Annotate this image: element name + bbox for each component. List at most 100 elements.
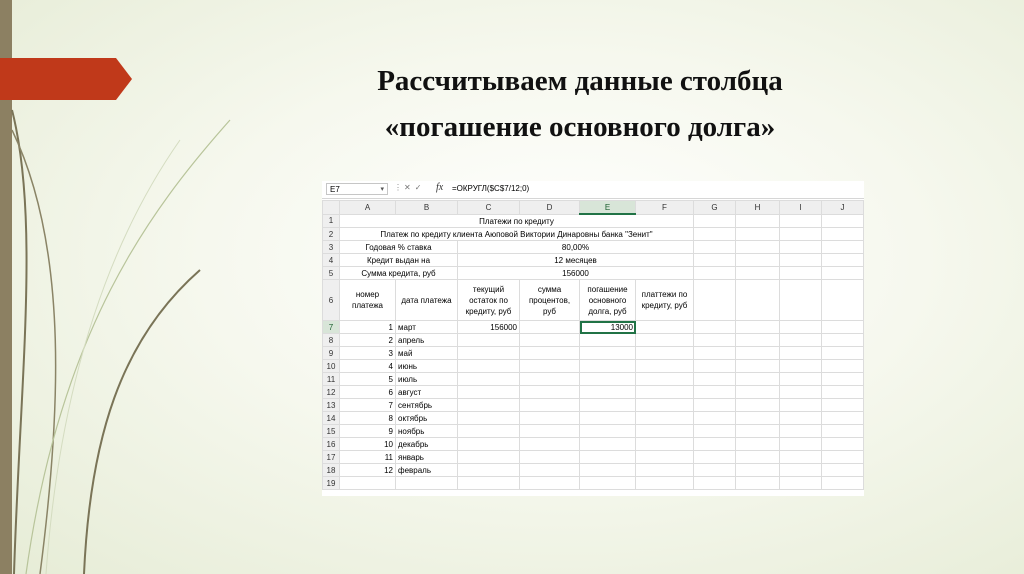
- table-row: 13 7 сентябрь: [322, 398, 864, 412]
- payment-month[interactable]: январь: [395, 450, 458, 464]
- spreadsheet-grid: A B C D E F G H I J 1 Платежи по кредиту…: [322, 200, 864, 490]
- payment-month[interactable]: июль: [395, 372, 458, 386]
- header-payment-number[interactable]: номер платежа: [339, 279, 396, 321]
- function-icon[interactable]: fx: [436, 182, 443, 193]
- payment-number[interactable]: 5: [339, 372, 396, 386]
- row-header[interactable]: 8: [322, 333, 340, 347]
- col-header[interactable]: F: [635, 200, 694, 215]
- payment-number[interactable]: 6: [339, 385, 396, 399]
- col-header[interactable]: B: [395, 200, 458, 215]
- table-row: 17 11 январь: [322, 450, 864, 464]
- term-value-cell[interactable]: 12 месяцев: [457, 253, 694, 267]
- row-header[interactable]: 13: [322, 398, 340, 412]
- table-row: 11 5 июль: [322, 372, 864, 386]
- formula-bar: E7 ▾ ⋮ ✕✓ fx =ОКРУГЛ($C$7/12;0): [322, 181, 864, 199]
- row-header[interactable]: 4: [322, 253, 340, 267]
- formula-input[interactable]: =ОКРУГЛ($C$7/12;0): [452, 184, 529, 193]
- name-box[interactable]: E7 ▾: [326, 183, 388, 195]
- row-header[interactable]: 9: [322, 346, 340, 360]
- table-row: 19: [322, 476, 864, 490]
- title-ribbon: [0, 58, 132, 100]
- table-row: 15 9 ноябрь: [322, 424, 864, 438]
- payment-month[interactable]: сентябрь: [395, 398, 458, 412]
- rate-value-cell[interactable]: 80,00%: [457, 240, 694, 254]
- header-payment-date[interactable]: дата платежа: [395, 279, 458, 321]
- row-header[interactable]: 6: [322, 279, 340, 321]
- row-header[interactable]: 5: [322, 266, 340, 280]
- confirm-icon[interactable]: ✓: [415, 183, 426, 192]
- row-header[interactable]: 3: [322, 240, 340, 254]
- table-row: 10 4 июнь: [322, 359, 864, 373]
- row-header[interactable]: 12: [322, 385, 340, 399]
- col-header[interactable]: D: [519, 200, 580, 215]
- col-header[interactable]: I: [779, 200, 822, 215]
- row-header[interactable]: 16: [322, 437, 340, 451]
- row-header[interactable]: 7: [322, 320, 340, 334]
- row-header[interactable]: 18: [322, 463, 340, 477]
- client-info-cell[interactable]: Платеж по кредиту клиента Аюповой Виктор…: [339, 227, 694, 241]
- amount-label-cell[interactable]: Сумма кредита, руб: [339, 266, 458, 280]
- payment-month[interactable]: март: [395, 320, 458, 334]
- row-header[interactable]: 19: [322, 476, 340, 490]
- sheet-title-cell[interactable]: Платежи по кредиту: [339, 213, 694, 228]
- table-row: 2 Платеж по кредиту клиента Аюповой Викт…: [322, 227, 864, 241]
- payment-month[interactable]: ноябрь: [395, 424, 458, 438]
- payment-number[interactable]: 12: [339, 463, 396, 477]
- payment-number[interactable]: 11: [339, 450, 396, 464]
- table-row: 12 6 август: [322, 385, 864, 399]
- payment-month[interactable]: февраль: [395, 463, 458, 477]
- col-header[interactable]: H: [735, 200, 780, 215]
- row-header[interactable]: 1: [322, 213, 340, 228]
- payment-month[interactable]: август: [395, 385, 458, 399]
- more-dots-icon: ⋮: [394, 183, 402, 192]
- col-header[interactable]: E: [579, 200, 636, 215]
- payment-month[interactable]: июнь: [395, 359, 458, 373]
- balance-cell[interactable]: 156000: [457, 320, 520, 334]
- row-header[interactable]: 14: [322, 411, 340, 425]
- header-balance[interactable]: текущий остаток по кредиту, руб: [457, 279, 520, 321]
- amount-value-cell[interactable]: 156000: [457, 266, 694, 280]
- header-payments[interactable]: платтежи по кредиту, руб: [635, 279, 694, 321]
- header-principal[interactable]: погашение основного долга, руб: [579, 279, 636, 321]
- payment-number[interactable]: 10: [339, 437, 396, 451]
- payment-number[interactable]: 4: [339, 359, 396, 373]
- payment-number[interactable]: 7: [339, 398, 396, 412]
- row-header[interactable]: 10: [322, 359, 340, 373]
- payment-number[interactable]: 1: [339, 320, 396, 334]
- row-header[interactable]: 17: [322, 450, 340, 464]
- title-line-1: Рассчитываем данные столбца: [377, 65, 783, 97]
- rate-label-cell[interactable]: Годовая % ставка: [339, 240, 458, 254]
- payment-month[interactable]: май: [395, 346, 458, 360]
- payment-month[interactable]: декабрь: [395, 437, 458, 451]
- col-header[interactable]: A: [339, 200, 396, 215]
- row-header[interactable]: 2: [322, 227, 340, 241]
- col-header[interactable]: C: [457, 200, 520, 215]
- active-cell-e7[interactable]: 13000: [579, 320, 636, 334]
- payment-month[interactable]: октябрь: [395, 411, 458, 425]
- col-header[interactable]: J: [821, 200, 864, 215]
- payment-month[interactable]: апрель: [395, 333, 458, 347]
- term-label-cell[interactable]: Кредит выдан на: [339, 253, 458, 267]
- table-row: 1 Платежи по кредиту: [322, 213, 864, 228]
- payment-number[interactable]: 8: [339, 411, 396, 425]
- column-header-row: A B C D E F G H I J: [322, 200, 864, 215]
- row-header[interactable]: 15: [322, 424, 340, 438]
- slide-title: Рассчитываем данные столбца «погашение о…: [270, 58, 890, 150]
- table-row: 3 Годовая % ставка 80,00%: [322, 240, 864, 254]
- table-row: 14 8 октябрь: [322, 411, 864, 425]
- cancel-icon[interactable]: ✕: [404, 183, 415, 192]
- col-header[interactable]: G: [693, 200, 736, 215]
- select-all-corner[interactable]: [322, 200, 340, 215]
- table-row: 8 2 апрель: [322, 333, 864, 347]
- interest-cell[interactable]: [519, 320, 580, 334]
- header-interest[interactable]: сумма процентов, руб: [519, 279, 580, 321]
- table-row: 5 Сумма кредита, руб 156000: [322, 266, 864, 280]
- table-row: 18 12 февраль: [322, 463, 864, 477]
- row-header[interactable]: 11: [322, 372, 340, 386]
- table-header-row: 6 номер платежа дата платежа текущий ост…: [322, 279, 864, 321]
- payment-number[interactable]: 2: [339, 333, 396, 347]
- chevron-down-icon[interactable]: ▾: [380, 184, 384, 196]
- payment-number[interactable]: 9: [339, 424, 396, 438]
- payment-number[interactable]: 3: [339, 346, 396, 360]
- table-row: 4 Кредит выдан на 12 месяцев: [322, 253, 864, 267]
